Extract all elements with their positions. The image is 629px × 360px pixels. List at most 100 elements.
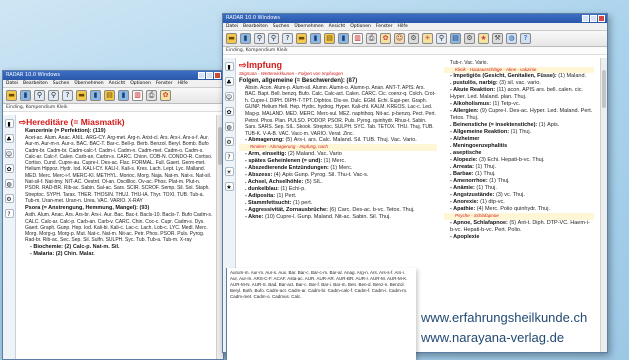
- sun-icon[interactable]: ☀: [422, 33, 433, 44]
- list-item[interactable]: - Allgemeine Reaktion: (1) Thuj.: [444, 129, 594, 136]
- open-folder-icon[interactable]: ▬: [226, 33, 237, 44]
- person-icon[interactable]: ☺: [394, 33, 405, 44]
- book-icon[interactable]: ▮: [224, 62, 234, 71]
- star-icon[interactable]: ★: [478, 33, 489, 44]
- gear-icon[interactable]: ⚙: [224, 137, 234, 146]
- list-item[interactable]: - Abmagerung: (5) Ars-i. ars. Calc. Mala…: [239, 137, 437, 144]
- clipboard-icon[interactable]: ▤: [104, 90, 115, 101]
- query-icon[interactable]: ?: [62, 90, 73, 101]
- list-item[interactable]: - Aggressivität, Zornausbrüche: (6) Carc…: [239, 207, 437, 214]
- book-icon[interactable]: ▮: [4, 119, 14, 128]
- scroll-thumb[interactable]: [602, 70, 606, 108]
- flower-icon[interactable]: ✿: [380, 33, 391, 44]
- website-url[interactable]: www.narayana-verlag.de: [421, 330, 564, 345]
- menu-uebernehmen[interactable]: Übernehmen: [74, 80, 103, 87]
- list-item[interactable]: - Biochemie: (2) Calc-p. Nat-m. Sil.: [19, 244, 213, 251]
- folder-icon[interactable]: ▬: [296, 33, 307, 44]
- cross-reference[interactable]: Rindern - Abmagerung - Impfung, nach: [239, 144, 437, 151]
- magnifier-icon[interactable]: ⚲: [436, 33, 447, 44]
- search-icon[interactable]: ⚲: [34, 90, 45, 101]
- folder-icon[interactable]: ▬: [76, 90, 87, 101]
- list-item[interactable]: - Alopezie: (3) Echi. Hepati-b-vc. Thuj.: [444, 157, 594, 164]
- star-icon[interactable]: ★: [224, 182, 234, 191]
- repertory-icon[interactable]: ▮: [90, 90, 101, 101]
- maximize-button[interactable]: [206, 72, 213, 79]
- scrollbar[interactable]: [600, 58, 607, 352]
- list-item[interactable]: - Apoplexie: [444, 234, 594, 241]
- person-icon[interactable]: ☺: [224, 92, 234, 101]
- list-item[interactable]: - Alzheimer: [444, 136, 594, 143]
- maximize-button[interactable]: [590, 15, 597, 22]
- section-heading[interactable]: Psora (= Anstrengung, Hemmung, Mangel): …: [19, 205, 213, 212]
- website-url[interactable]: www.erfahrungsheilkunde.ch: [421, 310, 587, 325]
- list-item[interactable]: - Anämie: (1) Thuj.: [444, 185, 594, 192]
- list-item[interactable]: - Amenorrhoe: (1) Thuj.: [444, 178, 594, 185]
- globe-icon[interactable]: ◍: [506, 33, 517, 44]
- list-item[interactable]: . aseptische: [444, 150, 594, 157]
- library-icon[interactable]: ▮: [338, 33, 349, 44]
- list-item[interactable]: . Barbae: (1) Thuj.: [444, 171, 594, 178]
- menu-hilfe[interactable]: Hilfe: [398, 23, 408, 30]
- globe-icon[interactable]: ◍: [224, 122, 234, 131]
- help-icon[interactable]: ?: [224, 152, 234, 161]
- book-icon[interactable]: ▮: [20, 90, 31, 101]
- help-icon[interactable]: ?: [520, 33, 531, 44]
- list-item[interactable]: - Malaria: (2) Chin. Malar.: [19, 251, 213, 258]
- flower-icon[interactable]: ✿: [224, 107, 234, 116]
- help-icon[interactable]: ?: [4, 209, 14, 218]
- list-item[interactable]: - Alkoholismus: (1) Tetp-vc.: [444, 101, 594, 108]
- list-item[interactable]: . pustulös, narbig: (3) sil. vac. vario.: [444, 80, 594, 87]
- leaf-icon[interactable]: ♣: [4, 134, 14, 143]
- zoom-icon[interactable]: ⚲: [48, 90, 59, 101]
- close-button[interactable]: [598, 15, 605, 22]
- person-icon[interactable]: ☺: [4, 149, 14, 158]
- library-icon[interactable]: ▮: [118, 90, 129, 101]
- menu-datei[interactable]: Datei: [226, 23, 238, 30]
- close-button[interactable]: [214, 72, 221, 79]
- menu-uebernehmen[interactable]: Übernehmen: [294, 23, 323, 30]
- list-item[interactable]: . Achsel, Achselhöhle: (5) SIL.: [239, 179, 437, 186]
- book-icon[interactable]: ▮: [240, 33, 251, 44]
- gear-icon[interactable]: ⚙: [4, 194, 14, 203]
- section-heading[interactable]: Kanzerinie (= Perfektion): (119): [19, 128, 213, 135]
- list-item[interactable]: - Anorexie: (1) dtp-vc.: [444, 199, 594, 206]
- menu-suchen[interactable]: Suchen: [273, 23, 290, 30]
- list-item[interactable]: - Apnoe, Schlafapnoe: (5) Ant-t. Diph. D…: [444, 220, 594, 234]
- menu-optionen[interactable]: Optionen: [350, 23, 371, 30]
- menu-suchen[interactable]: Suchen: [53, 80, 70, 87]
- list-item[interactable]: - Adiposita: (1) Pert.: [239, 193, 437, 200]
- cross-reference[interactable]: Klinik - Hautausschläge - Akne - vakzini…: [444, 66, 594, 74]
- list-item[interactable]: - Apathie: (4) Merc. Polio quinhydr. Thu…: [444, 206, 594, 213]
- list-item[interactable]: - Akute Reaktion: (11) acon. APIS ars. b…: [444, 87, 594, 101]
- menu-ansicht[interactable]: Ansicht: [109, 80, 126, 87]
- repertory-icon[interactable]: ▮: [310, 33, 321, 44]
- menu-datei[interactable]: Datei: [6, 80, 18, 87]
- menu-fenster[interactable]: Fenster: [376, 23, 393, 30]
- menu-bearbeiten[interactable]: Bearbeiten: [243, 23, 268, 30]
- notes-icon[interactable]: ▤: [450, 33, 461, 44]
- tools-icon[interactable]: ⚒: [492, 33, 503, 44]
- leaf-icon[interactable]: ♣: [224, 77, 234, 86]
- list-item[interactable]: - Arm, einseitig: (2) Maland. Vac. Vario: [239, 151, 437, 158]
- list-item[interactable]: . Beinenstiche (= insektenstiche): (1) A…: [444, 122, 594, 129]
- menu-fenster[interactable]: Fenster: [156, 80, 173, 87]
- list-item[interactable]: . Meningoenzephalitis: [444, 143, 594, 150]
- list-item[interactable]: . dunkelblau: (1) Echi-p.: [239, 186, 437, 193]
- cross-reference[interactable]: Psyche - Schlafapnoe: [444, 213, 594, 220]
- settings-icon[interactable]: ⚙: [464, 33, 475, 44]
- list-item[interactable]: - Angstzustände: (3) vc. Thuj.: [444, 192, 594, 199]
- list-item[interactable]: - Allergien: (9) Cupre-l. Des-ac. Hyper.…: [444, 108, 594, 122]
- section-heading[interactable]: Folgen, allgemeine (= Beschwerden): (87): [239, 78, 437, 85]
- menu-optionen[interactable]: Optionen: [130, 80, 151, 87]
- list-item[interactable]: . Stammfettsucht: (1) pert.: [239, 200, 437, 207]
- expand-arrow-icon[interactable]: ⇨: [239, 60, 247, 70]
- zoom-icon[interactable]: ⚲: [268, 33, 279, 44]
- minimize-button[interactable]: [198, 72, 205, 79]
- menu-ansicht[interactable]: Ansicht: [329, 23, 346, 30]
- flower-icon[interactable]: ✿: [4, 164, 14, 173]
- gear-icon[interactable]: ⚙: [408, 33, 419, 44]
- sun-icon[interactable]: ☀: [224, 167, 234, 176]
- query-icon[interactable]: ?: [282, 33, 293, 44]
- search-icon[interactable]: ⚲: [254, 33, 265, 44]
- list-item[interactable]: . Arreata: (1) Thuj.: [444, 164, 594, 171]
